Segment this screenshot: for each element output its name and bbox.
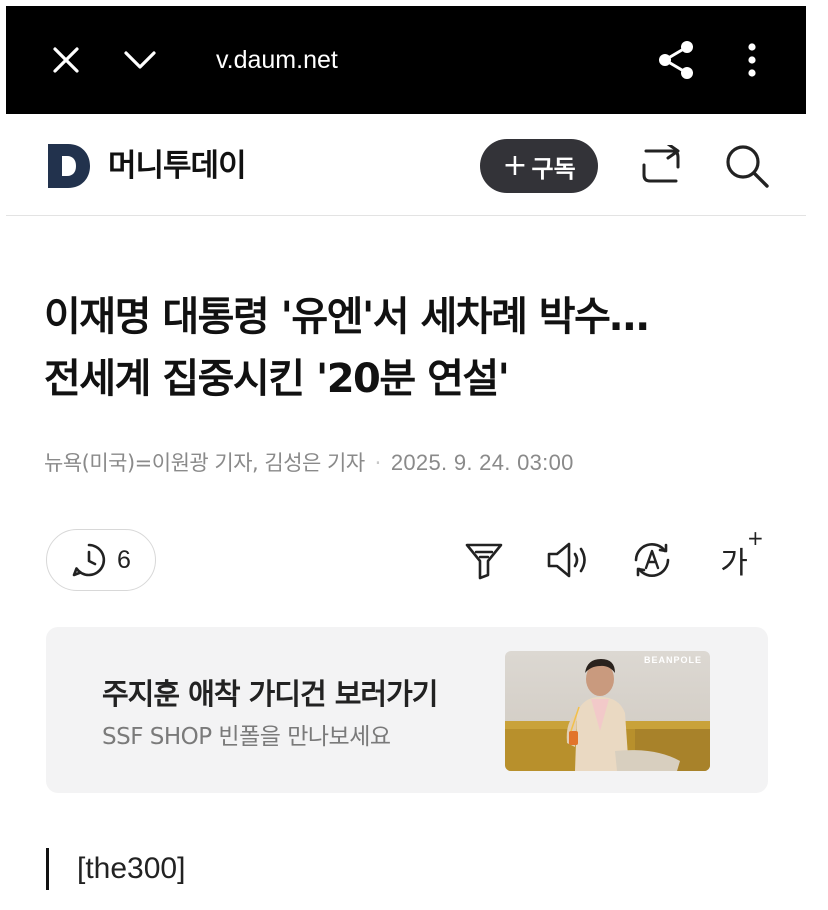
ad-photo-illustration: BEANPOLE bbox=[505, 651, 710, 771]
ad-brand: BEANPOLE bbox=[644, 655, 702, 665]
ad-banner[interactable]: 주지훈 애착 가디건 보러가기 SSF SHOP 빈폴을 만나보세요 BEANP… bbox=[46, 627, 768, 793]
comment-icon bbox=[72, 543, 106, 577]
article-headline: 이재명 대통령 '유엔'서 세차례 박수… 전세계 집중시킨 '20분 연설' bbox=[44, 286, 784, 410]
speaker-icon[interactable] bbox=[542, 534, 594, 586]
section-tag-text: [the300] bbox=[77, 852, 186, 885]
translate-icon[interactable] bbox=[626, 534, 678, 586]
ad-image[interactable]: BEANPOLE bbox=[505, 651, 710, 771]
site-logo-icon[interactable] bbox=[46, 142, 92, 190]
publish-date: 2025. 9. 24. 03:00 bbox=[390, 450, 574, 475]
ad-title[interactable]: 주지훈 애착 가디건 보러가기 bbox=[102, 671, 438, 713]
chevron-down-icon[interactable] bbox=[114, 6, 166, 114]
browser-toolbar: v.daum.net bbox=[6, 6, 806, 114]
separator-dot: · bbox=[374, 451, 382, 475]
close-icon[interactable] bbox=[42, 6, 90, 114]
comment-button[interactable]: 6 bbox=[46, 529, 156, 591]
more-vertical-icon[interactable] bbox=[732, 6, 772, 114]
site-name[interactable]: 머니투데이 bbox=[108, 142, 247, 190]
headline-line-2: 전세계 집중시킨 '20분 연설' bbox=[44, 356, 510, 402]
headline-line-1: 이재명 대통령 '유엔'서 세차례 박수… bbox=[44, 294, 649, 340]
share-icon[interactable] bbox=[652, 6, 700, 114]
summary-filter-icon[interactable] bbox=[458, 534, 510, 586]
font-size-icon[interactable]: 가 + bbox=[708, 526, 764, 586]
url-text[interactable]: v.daum.net bbox=[216, 6, 338, 114]
ad-subtitle: SSF SHOP 빈폴을 만나보세요 bbox=[102, 724, 391, 750]
subscribe-button[interactable]: + 구독 bbox=[480, 139, 598, 193]
comment-count: 6 bbox=[117, 545, 131, 574]
subscribe-label: 구독 bbox=[531, 154, 576, 183]
font-size-label: 가 + bbox=[720, 526, 764, 581]
share-arrow-icon[interactable] bbox=[636, 141, 686, 191]
search-icon[interactable] bbox=[722, 141, 772, 191]
reporter-names: 뉴욕(미국)=이원광 기자, 김성은 기자 bbox=[44, 451, 365, 475]
article-byline: 뉴욕(미국)=이원광 기자, 김성은 기자 · 2025. 9. 24. 03:00 bbox=[44, 447, 574, 479]
site-header: 머니투데이 + 구독 bbox=[6, 116, 806, 216]
section-tag: [the300] bbox=[46, 848, 185, 890]
quote-bar bbox=[46, 848, 49, 890]
plus-icon: + bbox=[502, 148, 528, 183]
